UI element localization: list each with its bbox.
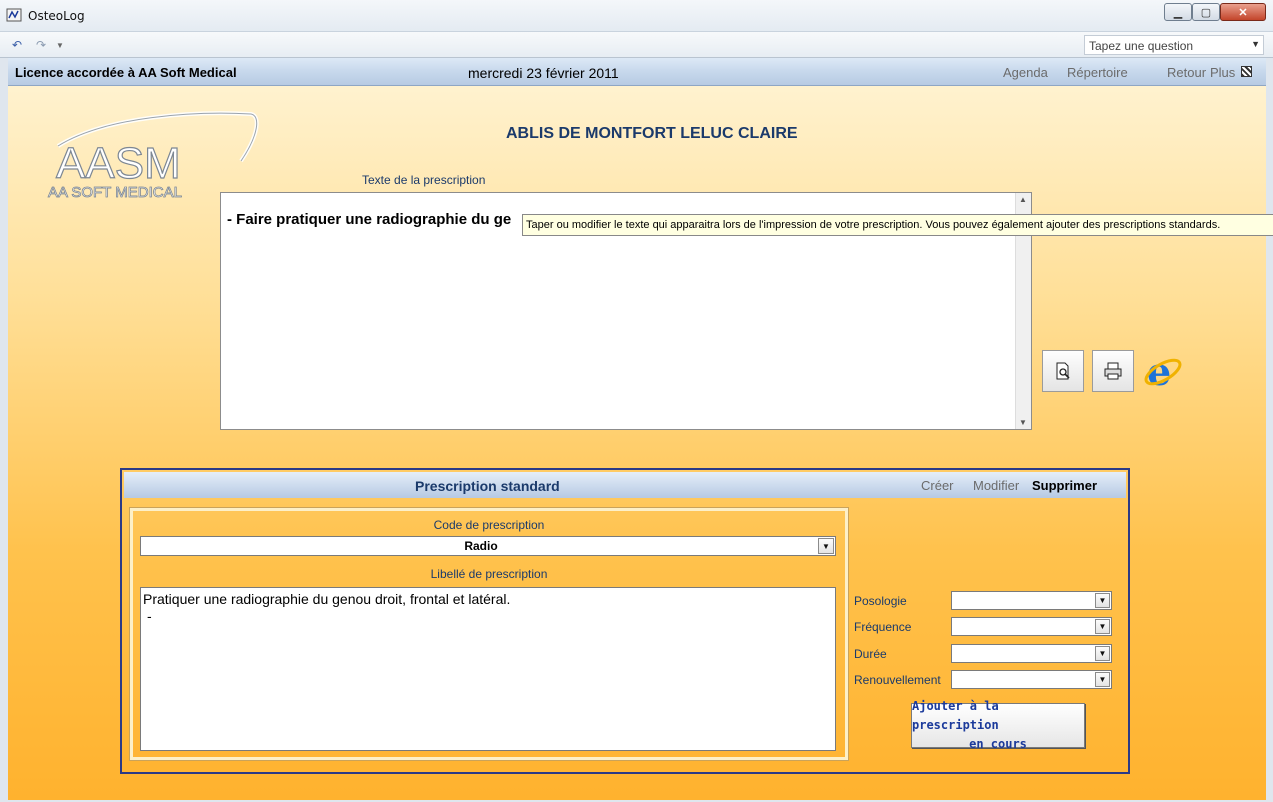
scroll-up-icon[interactable]: ▲ xyxy=(1019,195,1027,204)
posologie-select[interactable]: ▼ xyxy=(951,591,1112,610)
minimize-button[interactable]: ▁ xyxy=(1164,3,1192,21)
chevron-down-icon[interactable]: ▼ xyxy=(56,41,64,50)
chevron-down-icon[interactable]: ▼ xyxy=(818,538,834,554)
nav-agenda-link[interactable]: Agenda xyxy=(1003,65,1048,80)
main-content: AASM AA SOFT MEDICAL ABLIS DE MONTFORT L… xyxy=(8,86,1273,800)
code-value: Radio xyxy=(464,539,498,553)
print-preview-icon xyxy=(1056,362,1070,380)
redo-icon[interactable]: ↷ xyxy=(36,38,46,52)
renouvellement-label: Renouvellement xyxy=(854,673,941,687)
renouvellement-select[interactable]: ▼ xyxy=(951,670,1112,689)
chevron-down-icon[interactable]: ▼ xyxy=(1095,593,1110,608)
question-placeholder: Tapez une question xyxy=(1089,39,1194,53)
app-icon xyxy=(6,8,22,22)
logo-main-text: AASM xyxy=(56,139,181,188)
current-date: mercredi 23 février 2011 xyxy=(468,65,619,81)
code-label: Code de prescription xyxy=(433,518,545,532)
libelle-text-line: - xyxy=(147,608,152,624)
posologie-label: Posologie xyxy=(854,594,907,608)
libelle-label: Libellé de prescription xyxy=(430,567,548,581)
libelle-text-line: Pratiquer une radiographie du genou droi… xyxy=(143,591,511,607)
printer-icon xyxy=(1104,362,1122,380)
aasm-logo: AASM AA SOFT MEDICAL xyxy=(48,111,259,201)
nav-retour-link[interactable]: Retour xyxy=(1167,65,1206,80)
minimize-icon: ▁ xyxy=(1173,6,1183,19)
maximize-icon: ▢ xyxy=(1200,6,1212,19)
add-to-prescription-button[interactable]: Ajouter à la prescription en cours xyxy=(911,699,1085,751)
prescription-text-label: Texte de la prescription xyxy=(362,173,486,187)
quick-access-toolbar: ↶ ↷ ▼ Tapez une question ▼ xyxy=(0,32,1273,58)
chevron-down-icon[interactable]: ▼ xyxy=(1251,39,1260,49)
delete-button[interactable]: Supprimer xyxy=(1032,478,1097,493)
create-button[interactable]: Créer xyxy=(921,478,954,493)
header-bar: Licence accordée à AA Soft Medical mercr… xyxy=(8,58,1266,86)
patient-name: ABLIS DE MONTFORT LELUC CLAIRE xyxy=(506,125,798,142)
prescription-code-box: Code de prescription Radio ▼ Libellé de … xyxy=(129,507,849,761)
prescription-tooltip: Taper ou modifier le texte qui apparaitr… xyxy=(522,214,1273,236)
nav-repertoire-link[interactable]: Répertoire xyxy=(1067,65,1128,80)
print-button[interactable] xyxy=(1092,350,1134,392)
code-select[interactable]: Radio ▼ xyxy=(140,536,836,556)
window-title: OsteoLog xyxy=(28,9,85,23)
question-input[interactable]: Tapez une question ▼ xyxy=(1084,35,1264,55)
undo-icon[interactable]: ↶ xyxy=(12,38,22,52)
add-button-label-line1: Ajouter à la prescription xyxy=(912,699,999,732)
print-preview-button[interactable] xyxy=(1042,350,1084,392)
nav-plus-link[interactable]: Plus xyxy=(1210,65,1235,80)
maximize-button[interactable]: ▢ xyxy=(1192,3,1220,21)
license-text: Licence accordée à AA Soft Medical xyxy=(15,65,237,80)
standard-prescription-title: Prescription standard xyxy=(415,478,560,494)
more-icon[interactable] xyxy=(1241,66,1252,77)
libelle-textarea[interactable]: Pratiquer une radiographie du genou droi… xyxy=(140,587,836,751)
logo-sub-text: AA SOFT MEDICAL xyxy=(48,184,182,201)
window-titlebar: OsteoLog ▁ ▢ ✕ xyxy=(0,0,1273,32)
modify-button[interactable]: Modifier xyxy=(973,478,1019,493)
chevron-down-icon[interactable]: ▼ xyxy=(1095,619,1110,634)
standard-prescription-header: Prescription standard Créer Modifier Sup… xyxy=(124,472,1126,498)
chevron-down-icon[interactable]: ▼ xyxy=(1095,646,1110,661)
close-icon: ✕ xyxy=(1238,6,1248,19)
add-button-label-line2: en cours xyxy=(969,737,1027,751)
internet-explorer-icon: e xyxy=(1144,350,1182,392)
close-button[interactable]: ✕ xyxy=(1220,3,1266,21)
frequence-select[interactable]: ▼ xyxy=(951,617,1112,636)
scroll-down-icon[interactable]: ▼ xyxy=(1019,418,1027,427)
chevron-down-icon[interactable]: ▼ xyxy=(1095,672,1110,687)
duree-label: Durée xyxy=(854,647,887,661)
duree-select[interactable]: ▼ xyxy=(951,644,1112,663)
internet-explorer-button[interactable]: e xyxy=(1142,350,1184,392)
frequence-label: Fréquence xyxy=(854,620,912,634)
prescription-text-content: - Faire pratiquer une radiographie du ge xyxy=(227,211,512,228)
standard-prescription-panel: Prescription standard Créer Modifier Sup… xyxy=(120,468,1130,774)
